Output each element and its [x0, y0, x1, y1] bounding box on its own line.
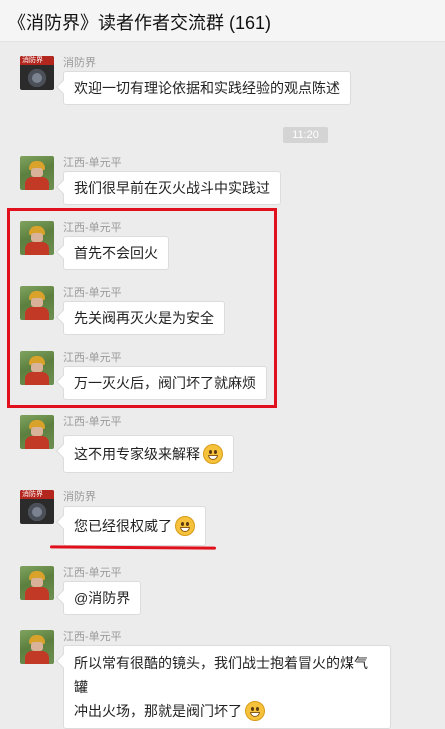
grin-emoji-icon — [203, 444, 223, 464]
sender-name: 消防界 — [63, 57, 96, 69]
message-text: 我们很早前在灭火战斗中实践过 — [74, 180, 270, 196]
suit-shape — [25, 587, 49, 600]
message-bubble[interactable]: @消防界 — [63, 581, 142, 615]
face-shape — [31, 168, 43, 177]
face-shape — [31, 642, 43, 651]
message-bubble[interactable]: 所以常有很酷的镜头，我们战士抱着冒火的煤气罐 冲出火场，那就是阀门坏了 — [63, 645, 391, 729]
sender-name: 江西-单元平 — [63, 416, 122, 428]
sender-name: 江西-单元平 — [63, 567, 122, 579]
avatar-band: 消防界 — [20, 490, 54, 499]
emoji-mouth — [208, 455, 218, 460]
sender-name: 江西-单元平 — [63, 157, 122, 169]
laugh-emoji-icon — [245, 701, 265, 721]
sender-name: 消防界 — [63, 491, 96, 503]
highlight-box — [7, 208, 277, 408]
avatar-band: 消防界 — [20, 56, 54, 65]
underline-annotation — [49, 545, 217, 550]
avatar[interactable] — [20, 566, 54, 600]
message-text: 欢迎一切有理论依据和实践经验的观点陈述 — [74, 80, 340, 96]
timestamp-badge: 11:20 — [283, 127, 328, 143]
message-bubble[interactable]: 我们很早前在灭火战斗中实践过 — [63, 171, 281, 205]
chat-header: 《消防界》读者作者交流群 (161) — [0, 0, 445, 42]
message-text: 您已经很权威了 — [74, 518, 172, 534]
message-bubble[interactable]: 您已经很权威了 — [63, 506, 206, 546]
message-text: 这不用专家级来解释 — [74, 446, 200, 462]
avatar[interactable]: 消防界 — [20, 56, 54, 90]
sender-name: 江西-单元平 — [63, 631, 122, 643]
avatar-band-text: 消防界 — [22, 491, 43, 498]
message-text: @消防界 — [74, 590, 131, 606]
face-shape — [31, 578, 43, 587]
grin-emoji-icon — [175, 516, 195, 536]
message-text-line: 所以常有很酷的镜头，我们战士抱着冒火的煤气罐 — [74, 655, 368, 695]
message-bubble[interactable]: 欢迎一切有理论依据和实践经验的观点陈述 — [63, 71, 351, 105]
emoji-mouth — [250, 712, 260, 717]
suit-shape — [25, 177, 49, 190]
avatar[interactable] — [20, 415, 54, 449]
message-text: 冲出火场，那就是阀门坏了 — [74, 703, 242, 719]
face-shape — [31, 427, 43, 436]
message-text-line: 冲出火场，那就是阀门坏了 — [74, 699, 380, 723]
emoji-mouth — [180, 527, 190, 532]
avatar-band-text: 消防界 — [22, 57, 43, 64]
avatar[interactable] — [20, 630, 54, 664]
avatar[interactable] — [20, 156, 54, 190]
message-bubble[interactable]: 这不用专家级来解释 — [63, 435, 234, 473]
avatar[interactable]: 消防界 — [20, 490, 54, 524]
wheel-icon — [28, 503, 46, 521]
suit-shape — [25, 651, 49, 664]
suit-shape — [25, 436, 49, 449]
wheel-icon — [28, 69, 46, 87]
group-title: 《消防界》读者作者交流群 (161) — [8, 13, 272, 33]
